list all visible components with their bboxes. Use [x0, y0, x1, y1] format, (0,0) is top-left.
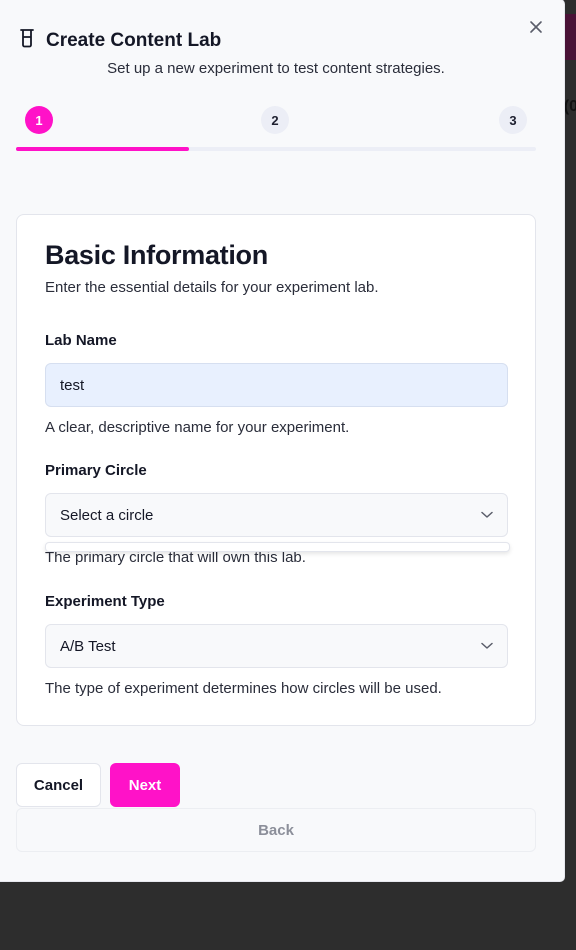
primary-circle-label: Primary Circle	[45, 462, 147, 479]
lab-name-help: A clear, descriptive name for your exper…	[45, 419, 350, 436]
basic-info-card: Basic Information Enter the essential de…	[16, 214, 536, 726]
back-button[interactable]: Back	[16, 808, 536, 852]
primary-circle-dropdown-menu	[45, 542, 510, 552]
close-button[interactable]	[526, 18, 546, 38]
experiment-type-help: The type of experiment determines how ci…	[45, 680, 442, 697]
lab-name-label: Lab Name	[45, 332, 117, 349]
step-2[interactable]: 2	[261, 106, 289, 134]
dialog-subtitle: Set up a new experiment to test content …	[107, 60, 445, 77]
progress-fill	[16, 147, 190, 151]
step-3[interactable]: 3	[499, 106, 527, 134]
backdrop-text: (0	[563, 98, 576, 115]
experiment-type-label: Experiment Type	[45, 593, 165, 610]
cancel-button[interactable]: Cancel	[16, 763, 101, 807]
chevron-down-icon	[481, 637, 493, 655]
stepper: 1 2 3	[16, 105, 536, 155]
primary-circle-select[interactable]: Select a circle	[45, 493, 508, 537]
progress-track	[16, 147, 536, 151]
card-description: Enter the essential details for your exp…	[45, 279, 379, 296]
backdrop-accent-bar	[562, 14, 576, 60]
experiment-type-select[interactable]: A/B Test	[45, 624, 508, 668]
create-lab-dialog: Create Content Lab Set up a new experime…	[0, 0, 564, 881]
card-title: Basic Information	[45, 240, 268, 270]
close-icon[interactable]	[529, 20, 543, 37]
chevron-down-icon	[481, 506, 493, 524]
dialog-title: Create Content Lab	[46, 29, 222, 51]
primary-circle-value: Select a circle	[60, 506, 154, 524]
step-1[interactable]: 1	[25, 106, 53, 134]
next-button[interactable]: Next	[110, 763, 180, 807]
experiment-type-value: A/B Test	[60, 637, 116, 655]
beaker-icon	[18, 28, 36, 53]
lab-name-input[interactable]	[45, 363, 508, 407]
dialog-header: Create Content Lab	[18, 28, 221, 53]
